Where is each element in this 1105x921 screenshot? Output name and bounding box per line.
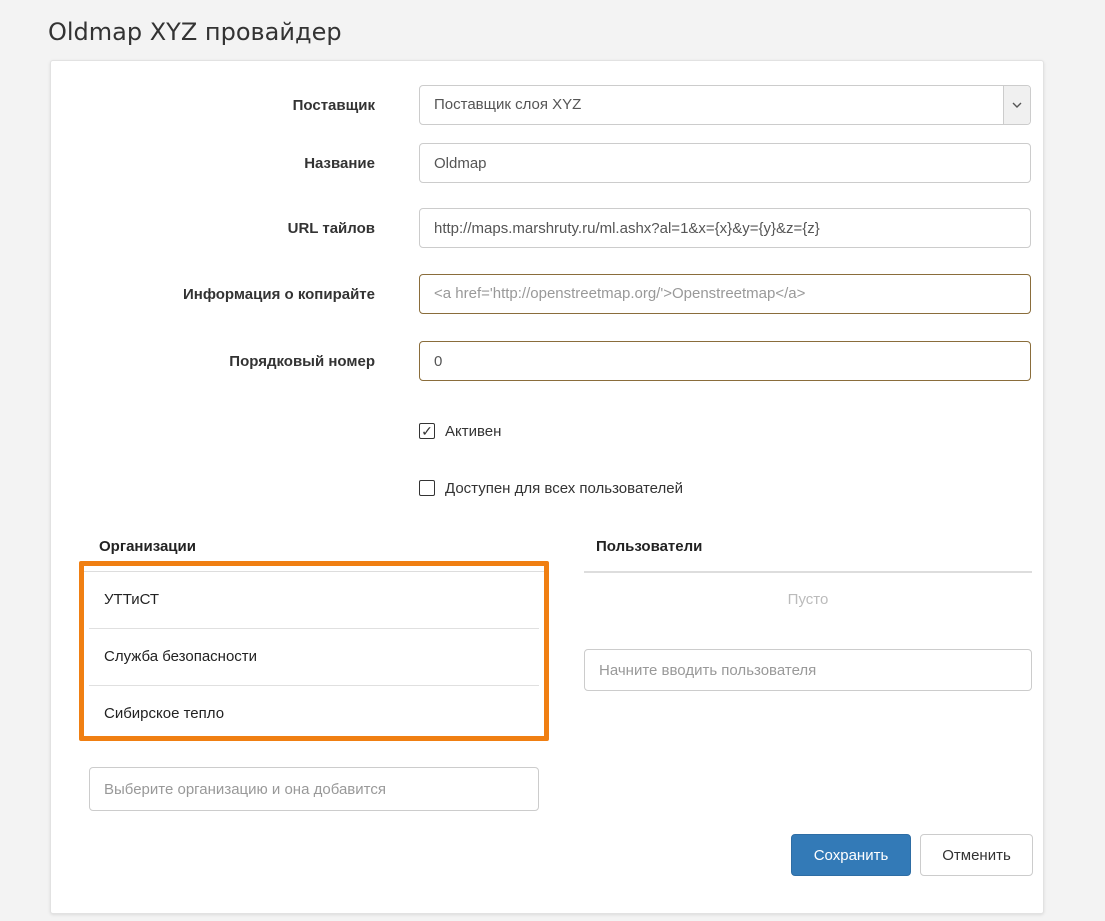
chevron-down-icon[interactable] bbox=[1003, 86, 1030, 124]
provider-select-value[interactable]: Поставщик слоя XYZ bbox=[419, 85, 1031, 125]
copyright-row: Информация о копирайте <a href='http://o… bbox=[51, 274, 1043, 316]
organization-search-input[interactable] bbox=[89, 767, 539, 811]
tile-url-label: URL тайлов bbox=[287, 220, 375, 237]
order-input[interactable] bbox=[419, 341, 1031, 381]
provider-select[interactable]: Поставщик слоя XYZ bbox=[419, 85, 1031, 125]
page-title: Oldmap XYZ провайдер bbox=[48, 18, 342, 46]
provider-row: Поставщик Поставщик слоя XYZ bbox=[51, 85, 1043, 127]
cancel-button[interactable]: Отменить bbox=[920, 834, 1033, 876]
public-checkbox[interactable] bbox=[419, 480, 435, 496]
active-checkbox-label: Активен bbox=[445, 422, 502, 440]
active-checkbox[interactable]: ✓ bbox=[419, 423, 435, 439]
name-row: Название bbox=[51, 143, 1043, 185]
users-divider bbox=[584, 571, 1032, 573]
public-checkbox-label: Доступен для всех пользователей bbox=[445, 479, 683, 497]
name-input[interactable] bbox=[419, 143, 1031, 183]
save-button[interactable]: Сохранить bbox=[791, 834, 911, 876]
tile-url-row: URL тайлов bbox=[51, 208, 1043, 250]
organization-item[interactable]: Служба безопасности bbox=[89, 629, 539, 686]
copyright-input[interactable]: <a href='http://openstreetmap.org/'>Open… bbox=[419, 274, 1031, 314]
user-search-input[interactable] bbox=[584, 649, 1032, 691]
name-label: Название bbox=[304, 155, 375, 172]
public-checkbox-row[interactable]: Доступен для всех пользователей bbox=[419, 476, 683, 500]
organization-item[interactable]: Сибирское тепло bbox=[89, 686, 539, 742]
order-row: Порядковый номер bbox=[51, 341, 1043, 383]
checkmark-icon: ✓ bbox=[421, 423, 433, 439]
organizations-list: УТТиСТ Служба безопасности Сибирское теп… bbox=[79, 561, 549, 741]
provider-form-panel: Поставщик Поставщик слоя XYZ Название UR… bbox=[50, 60, 1044, 914]
tile-url-input[interactable] bbox=[419, 208, 1031, 248]
provider-label: Поставщик bbox=[292, 97, 375, 114]
active-checkbox-row[interactable]: ✓ Активен bbox=[419, 419, 501, 443]
organizations-title: Организации bbox=[99, 538, 196, 555]
copyright-label: Информация о копирайте bbox=[183, 286, 375, 303]
users-title: Пользователи bbox=[596, 538, 703, 555]
users-empty-text: Пусто bbox=[787, 591, 829, 608]
order-label: Порядковый номер bbox=[229, 353, 375, 370]
organization-item[interactable]: УТТиСТ bbox=[89, 572, 539, 629]
